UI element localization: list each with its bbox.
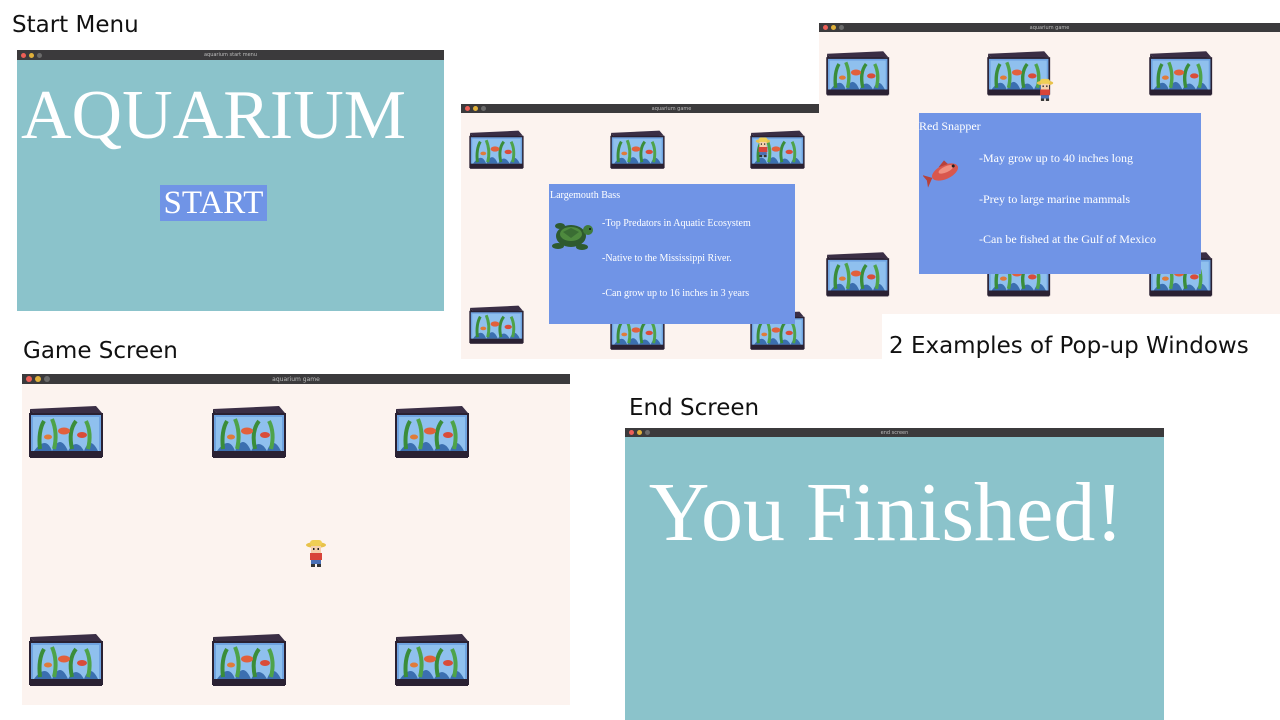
aquarium-tank[interactable] (822, 248, 890, 299)
aquarium-tank[interactable] (390, 629, 470, 689)
game-screen-window: aquarium game (22, 374, 570, 705)
window-title: aquarium game (1029, 24, 1070, 31)
window-title: aquarium start menu (203, 52, 258, 58)
end-screen-window: end screen You Finished! (625, 428, 1164, 720)
end-screen-body: You Finished! (625, 437, 1164, 720)
player-character (305, 538, 327, 568)
start-button[interactable]: START (160, 185, 267, 221)
fish-name: Largemouth Bass (550, 190, 621, 201)
fish-info-popup: Red Snapper -May grow up to 40 inches lo… (919, 113, 1201, 274)
aquarium-tank[interactable] (465, 302, 525, 346)
aquarium-tank[interactable] (390, 401, 470, 461)
titlebar: end screen (625, 428, 1164, 437)
fish-fact: -Prey to large marine mammals (979, 192, 1131, 206)
aquarium-tank[interactable] (24, 401, 104, 461)
titlebar: aquarium game (819, 23, 1280, 32)
fish-name: Red Snapper (919, 119, 981, 133)
fish-fact: -Can be fished at the Gulf of Mexico (979, 232, 1156, 246)
fish-fact: -Native to the Mississippi River. (602, 253, 732, 264)
red-fish-icon (922, 155, 967, 189)
caption-popup-examples: 2 Examples of Pop-up Windows (889, 333, 1249, 359)
game-area (22, 384, 570, 705)
game-area: Red Snapper -May grow up to 40 inches lo… (819, 32, 1280, 314)
titlebar: aquarium start menu (17, 50, 444, 60)
aquarium-tank[interactable] (207, 401, 287, 461)
start-menu-window: aquarium start menu AQUARIUM START (17, 50, 444, 311)
turtle-icon (549, 216, 595, 256)
start-menu-body: AQUARIUM START (17, 60, 444, 311)
caption-game-screen: Game Screen (23, 338, 178, 364)
window-title: end screen (880, 429, 909, 436)
fish-fact: -Can grow up to 16 inches in 3 years (602, 288, 750, 299)
fish-fact: -Top Predators in Aquatic Ecosystem (602, 218, 751, 229)
aquarium-tank[interactable] (465, 127, 525, 171)
finished-message: You Finished! (648, 466, 1124, 559)
fish-info-popup: Largemouth Bass -Top Predators in Aquati… (549, 184, 795, 324)
aquarium-heading: AQUARIUM (21, 77, 406, 154)
window-title: aquarium game (272, 375, 320, 383)
aquarium-tank[interactable] (1145, 47, 1213, 98)
player-character (1036, 76, 1054, 103)
popup-example-window-2: aquarium game Red Snapper -May grow up t… (819, 23, 1280, 314)
caption-start-menu: Start Menu (12, 12, 139, 38)
caption-end-screen: End Screen (629, 395, 760, 421)
player-character (755, 135, 771, 159)
aquarium-tank[interactable] (24, 629, 104, 689)
aquarium-tank[interactable] (606, 127, 666, 171)
aquarium-tank[interactable] (207, 629, 287, 689)
fish-fact: -May grow up to 40 inches long (979, 151, 1133, 165)
aquarium-tank[interactable] (822, 47, 890, 98)
titlebar: aquarium game (22, 374, 570, 384)
